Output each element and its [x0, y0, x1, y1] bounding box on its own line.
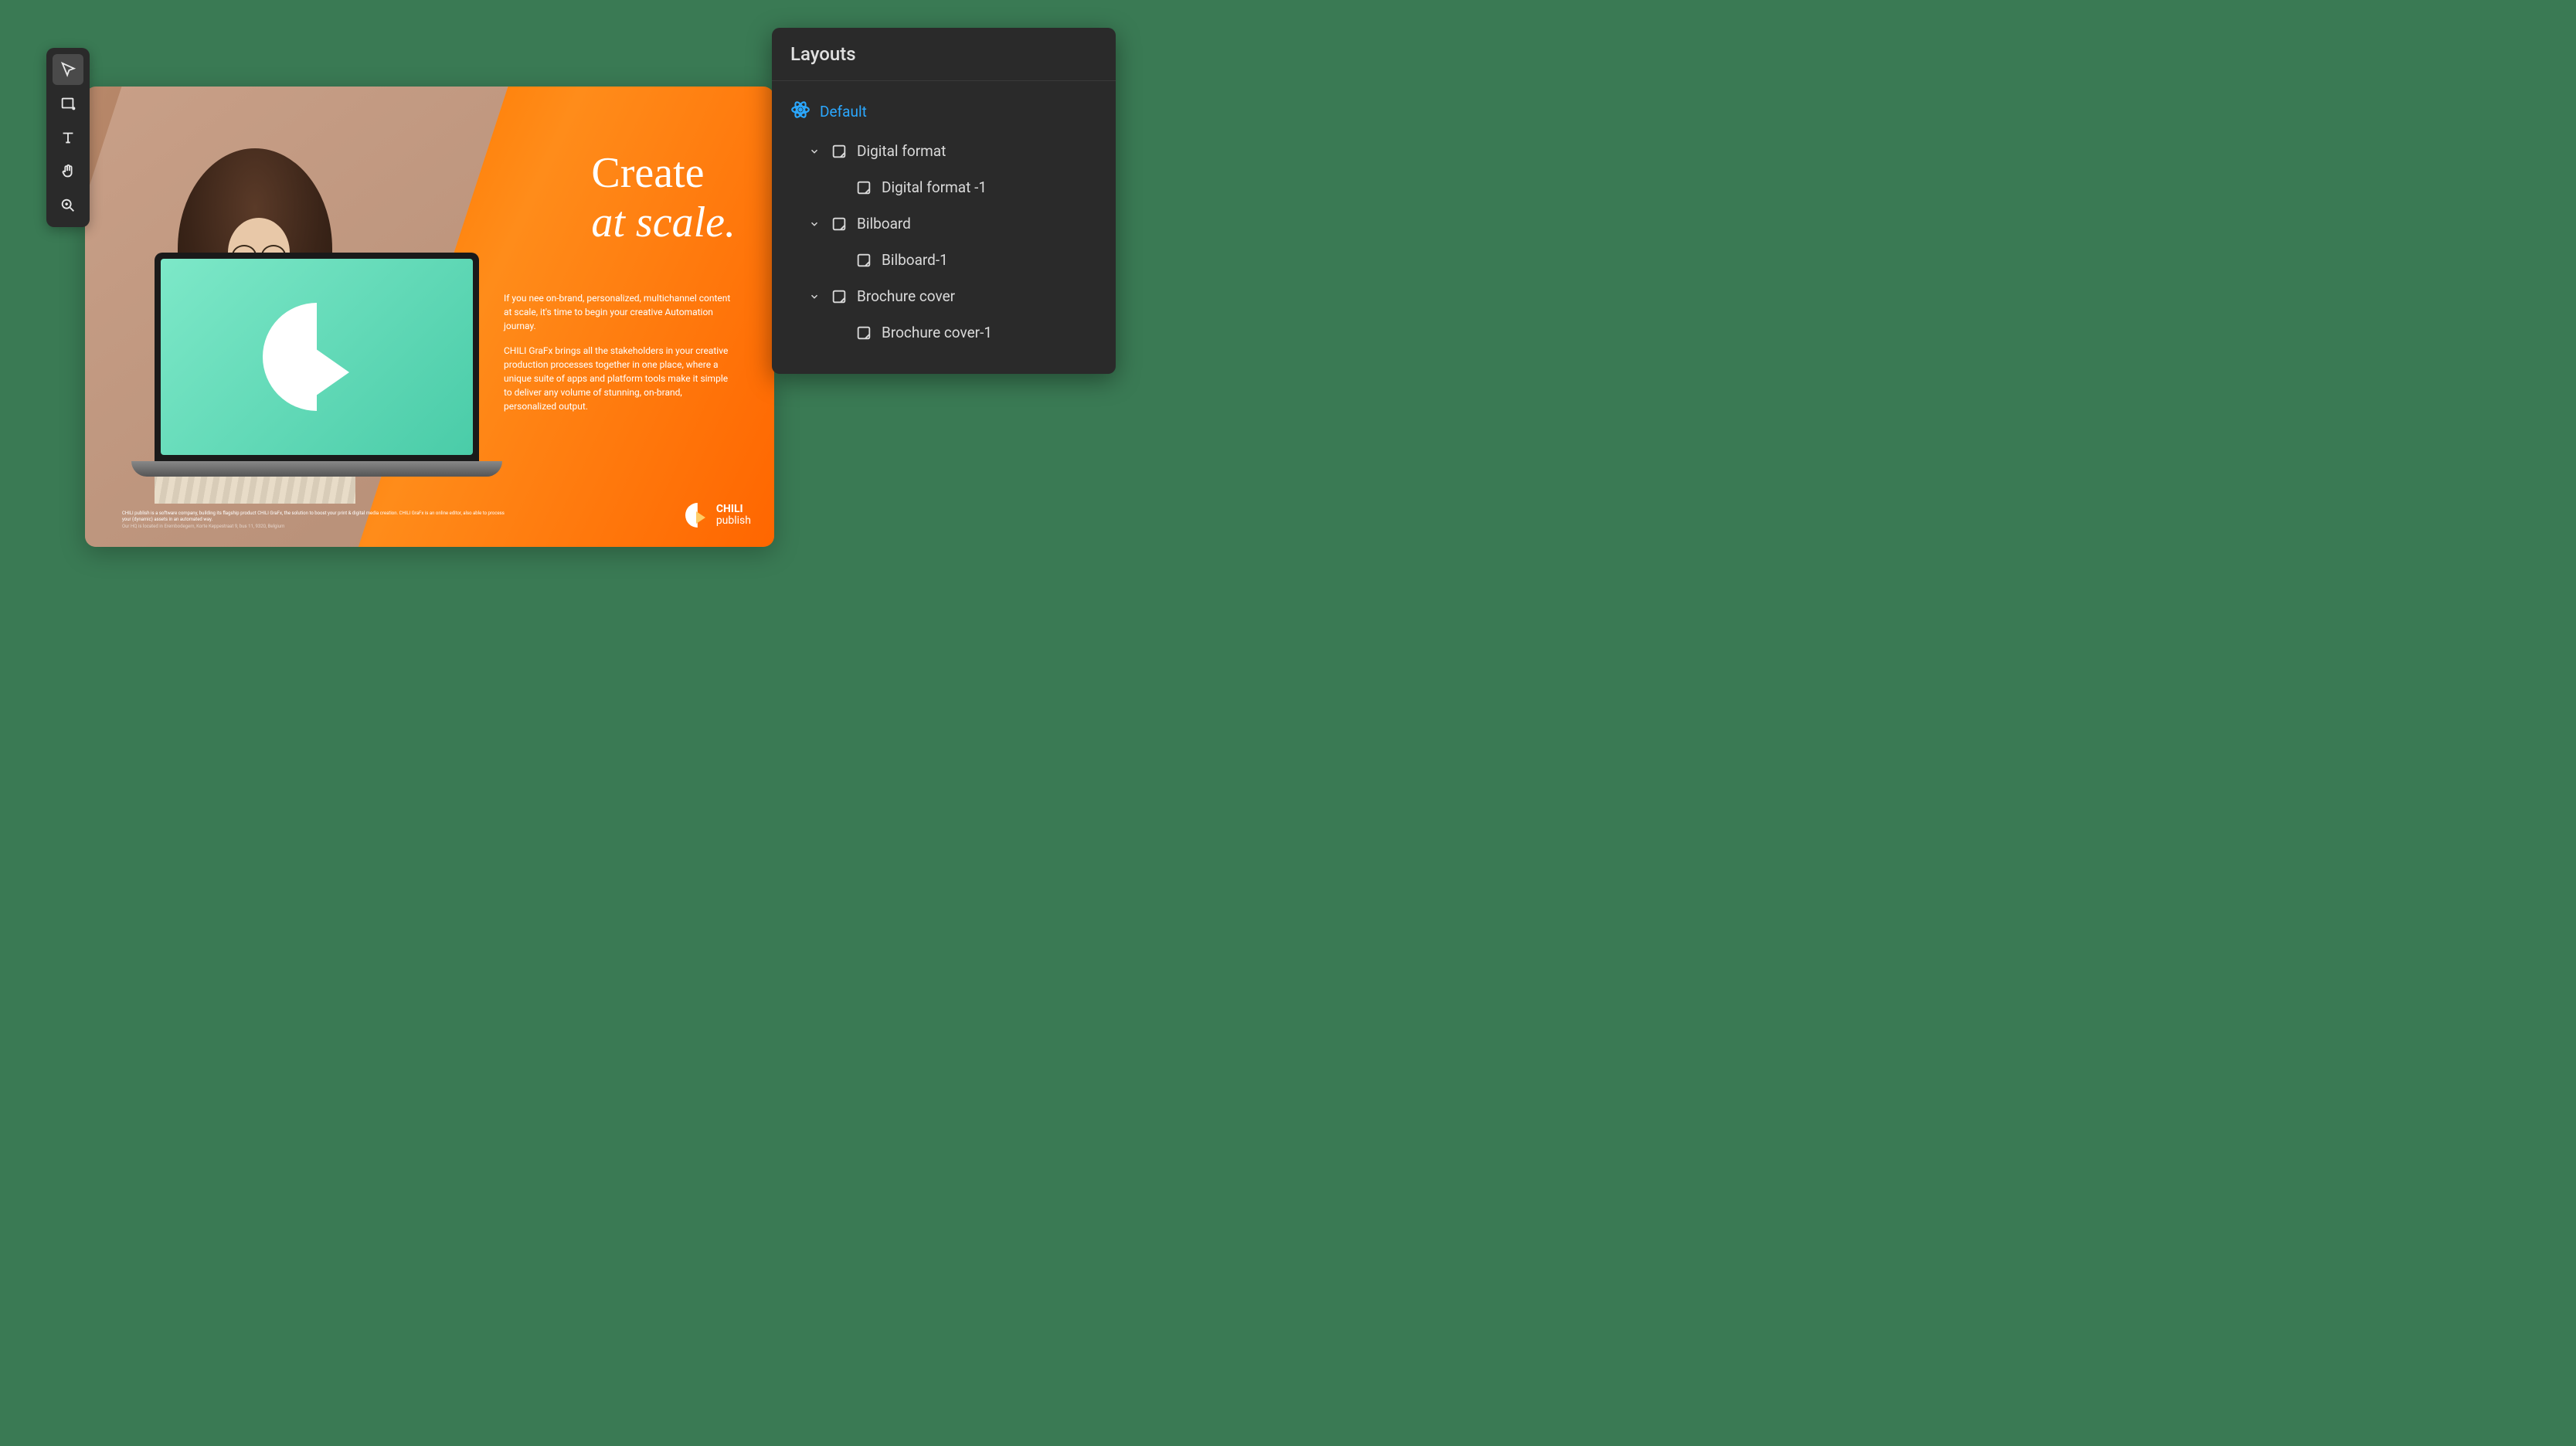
layout-item-brochure-cover[interactable]: Brochure cover [778, 278, 1110, 314]
chevron-down-icon [809, 146, 821, 157]
layout-tree: Default Digital format Digital format -1… [772, 81, 1116, 360]
footer-text: CHILI publish is a software company, bui… [122, 511, 508, 530]
layout-icon [855, 179, 872, 196]
select-tool[interactable] [53, 54, 83, 85]
layout-icon [855, 252, 872, 269]
footer-line-1: CHILI publish is a software company, bui… [122, 511, 508, 524]
layout-label: Bilboard-1 [882, 251, 948, 269]
layout-item-digital-format[interactable]: Digital format [778, 133, 1110, 169]
layout-label: Brochure cover [857, 287, 955, 305]
headline-line-2: at scale. [591, 198, 736, 247]
headline-line-1: Create [591, 148, 736, 198]
design-canvas[interactable]: Create at scale. If you nee on-brand, pe… [85, 87, 774, 547]
body-paragraph-2: CHILI GraFx brings all the stakeholders … [504, 344, 736, 413]
layout-label: Digital format [857, 142, 946, 160]
body-copy: If you nee on-brand, personalized, multi… [504, 291, 736, 424]
brand-lockup: CHILI publish [685, 503, 751, 528]
headline: Create at scale. [591, 148, 736, 247]
chevron-down-icon [809, 219, 821, 229]
brand-name-2: publish [716, 515, 751, 527]
hand-tool[interactable] [53, 156, 83, 187]
layout-label: Digital format -1 [882, 178, 987, 196]
layout-root-default[interactable]: Default [778, 90, 1110, 133]
layouts-panel: Layouts Default Digital format Digital f… [772, 28, 1116, 374]
logo-icon [263, 303, 371, 411]
zoom-tool[interactable] [53, 190, 83, 221]
layout-icon [831, 143, 848, 160]
layout-icon [831, 288, 848, 305]
brand-name-1: CHILI [716, 503, 743, 515]
layout-item-bilboard[interactable]: Bilboard [778, 205, 1110, 242]
layout-label: Bilboard [857, 215, 911, 233]
layout-item-brochure-cover-1[interactable]: Brochure cover-1 [778, 314, 1110, 351]
text-tool[interactable] [53, 122, 83, 153]
laptop-illustration [131, 253, 502, 500]
layout-item-bilboard-1[interactable]: Bilboard-1 [778, 242, 1110, 278]
layout-icon [855, 324, 872, 341]
brand-icon [685, 503, 710, 528]
footer-line-2: Our HQ is located in Erembodegem, Korte … [122, 524, 508, 530]
rectangle-tool[interactable] [53, 88, 83, 119]
layout-icon [831, 216, 848, 233]
body-paragraph-1: If you nee on-brand, personalized, multi… [504, 291, 736, 333]
chevron-down-icon [809, 291, 821, 302]
panel-title: Layouts [772, 28, 1116, 81]
layout-root-label: Default [820, 103, 867, 120]
toolbar [46, 48, 90, 227]
layout-label: Brochure cover-1 [882, 324, 992, 341]
atom-icon [790, 100, 811, 124]
layout-item-digital-format-1[interactable]: Digital format -1 [778, 169, 1110, 205]
